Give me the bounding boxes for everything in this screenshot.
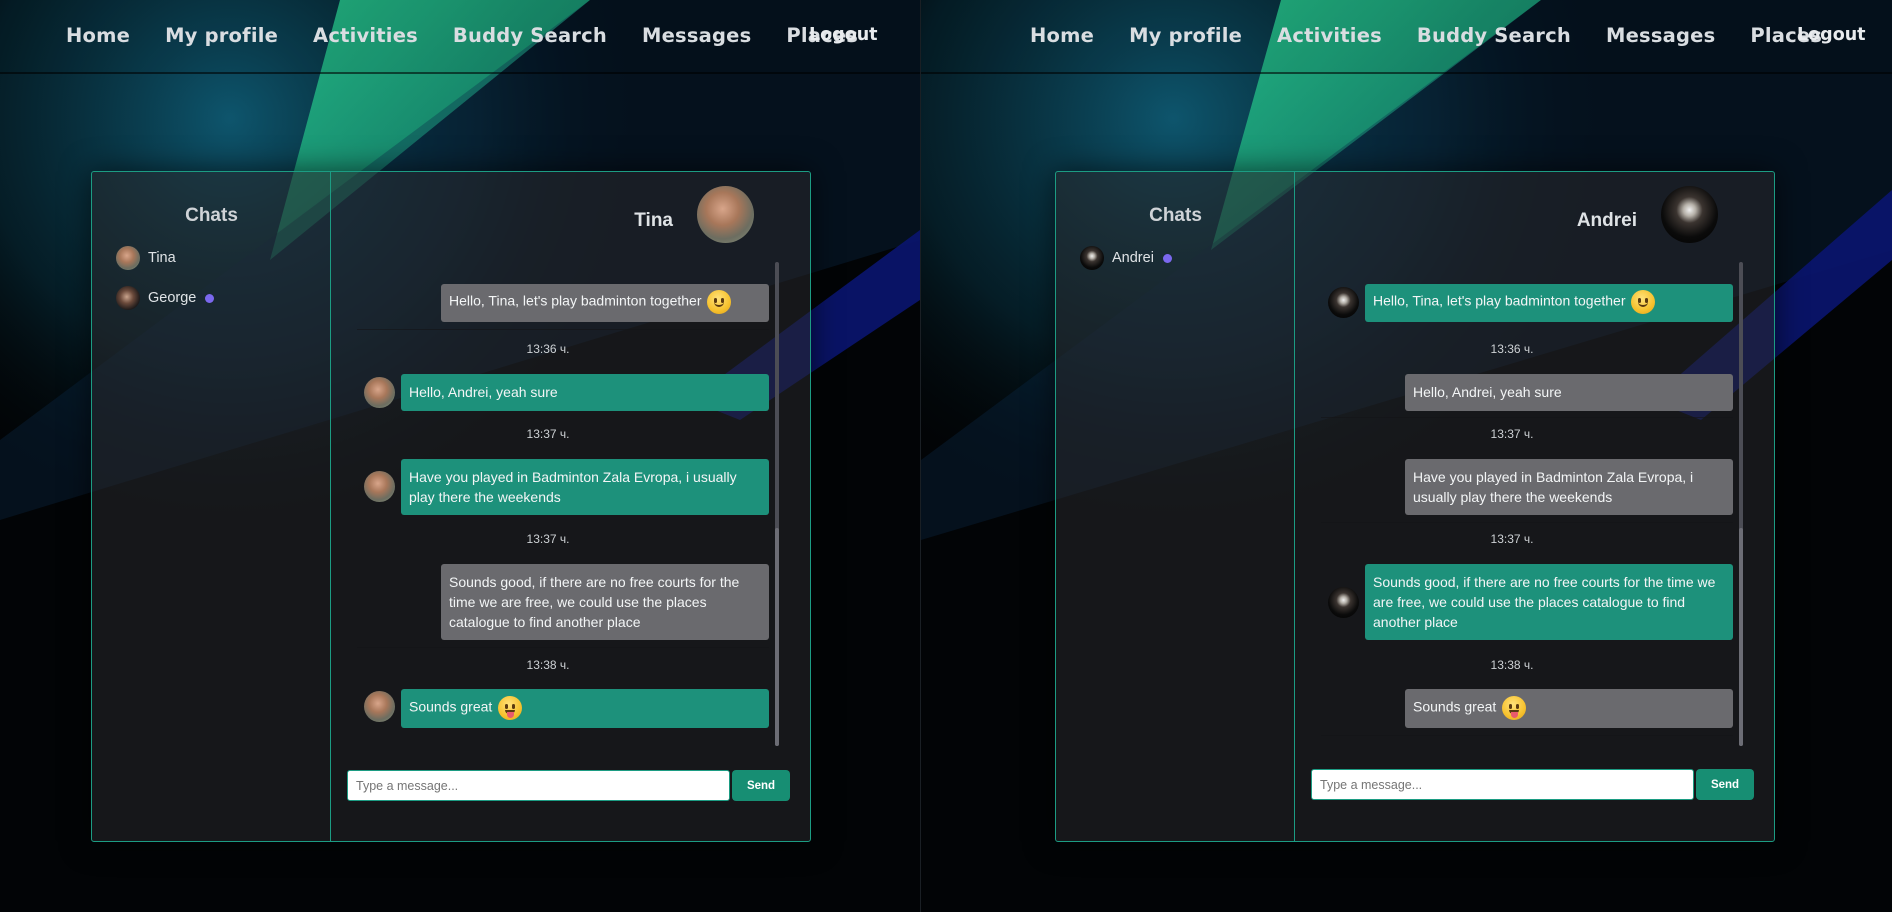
chat-item-name: Tina — [148, 250, 176, 266]
message-timestamp: 13:38 ч. — [1490, 658, 1534, 672]
message-text: Sounds great — [1413, 698, 1497, 715]
message-bubble: Hello, Andrei, yeah sure — [401, 374, 769, 411]
message-text: Hello, Andrei, yeah sure — [1413, 384, 1562, 400]
nav-menu: Home My profile Activities Buddy Search … — [66, 24, 858, 47]
slightly-smiling-face-icon — [1631, 290, 1656, 314]
message-divider — [357, 329, 769, 330]
nav-my-profile[interactable]: My profile — [1129, 24, 1242, 47]
top-navbar: Home My profile Activities Buddy Search … — [921, 0, 1892, 74]
right-window: Home My profile Activities Buddy Search … — [921, 0, 1892, 912]
scrollbar-thumb[interactable] — [775, 528, 779, 746]
chat-item-andrei[interactable]: Andrei — [1080, 246, 1172, 270]
message-text: Sounds good, if there are no free courts… — [449, 574, 740, 630]
online-status-dot — [205, 293, 215, 303]
chats-title: Chats — [1149, 205, 1202, 226]
message-timestamp: 13:37 ч. — [1490, 427, 1534, 441]
chat-panel: Chats Andrei Andrei Hello, Tina, let's p… — [1055, 171, 1775, 842]
top-navbar: Home My profile Activities Buddy Search … — [0, 0, 920, 74]
message-scrollbar[interactable] — [1739, 262, 1743, 746]
nav-menu: Home My profile Activities Buddy Search … — [1030, 24, 1822, 47]
scrollbar-thumb[interactable] — [1739, 528, 1743, 746]
chats-sidebar: Chats Tina George — [92, 172, 331, 841]
message-text: Sounds good, if there are no free courts… — [1373, 574, 1716, 630]
message-input[interactable] — [1311, 769, 1694, 800]
message-list[interactable]: Hello, Tina, let's play badminton togeth… — [332, 262, 810, 758]
message-input[interactable] — [347, 770, 730, 801]
nav-home[interactable]: Home — [66, 24, 130, 47]
message-bubble: Sounds good, if there are no free courts… — [1365, 564, 1733, 640]
chat-header-name: Andrei — [1576, 210, 1637, 231]
nav-logout[interactable]: Logout — [809, 25, 878, 45]
nav-messages[interactable]: Messages — [642, 24, 751, 47]
message-text: Hello, Tina, let's play badminton togeth… — [449, 292, 702, 309]
message-text: Have you played in Badminton Zala Evropa… — [409, 469, 737, 505]
send-button[interactable]: Send — [732, 770, 790, 801]
message-bubble: Hello, Andrei, yeah sure — [1405, 374, 1733, 411]
chats-title: Chats — [185, 205, 238, 226]
message-bubble: Have you played in Badminton Zala Evropa… — [401, 459, 769, 515]
message-divider — [1321, 522, 1733, 523]
nav-buddy-search[interactable]: Buddy Search — [1417, 24, 1571, 47]
message-bubble: Sounds great — [401, 689, 769, 728]
message-avatar — [1328, 587, 1359, 618]
chat-header-name: Tina — [634, 210, 673, 231]
message-bubble: Hello, Tina, let's play badminton togeth… — [441, 284, 769, 322]
nav-buddy-search[interactable]: Buddy Search — [453, 24, 607, 47]
message-timestamp: 13:37 ч. — [1490, 532, 1534, 546]
message-timestamp: 13:36 ч. — [526, 342, 570, 356]
face-with-tongue-icon — [1502, 696, 1527, 720]
chat-item-name: Andrei — [1112, 250, 1154, 266]
slightly-smiling-face-icon — [707, 290, 732, 314]
chat-header-avatar — [697, 186, 754, 243]
nav-activities[interactable]: Activities — [313, 24, 418, 47]
message-text: Hello, Andrei, yeah sure — [409, 384, 558, 400]
message-text: Hello, Tina, let's play badminton togeth… — [1373, 292, 1626, 309]
message-text: Have you played in Badminton Zala Evropa… — [1413, 469, 1694, 505]
nav-my-profile[interactable]: My profile — [165, 24, 278, 47]
george-avatar — [116, 286, 140, 310]
send-button[interactable]: Send — [1696, 769, 1754, 800]
left-window: Home My profile Activities Buddy Search … — [0, 0, 920, 912]
online-status-dot — [1162, 253, 1172, 263]
message-divider — [1321, 735, 1733, 736]
nav-activities[interactable]: Activities — [1277, 24, 1382, 47]
face-with-tongue-icon — [498, 696, 523, 720]
message-timestamp: 13:36 ч. — [1490, 342, 1534, 356]
nav-logout[interactable]: Logout — [1797, 25, 1866, 45]
chat-panel: Chats Tina George Tina Hello, Tina, let'… — [91, 171, 811, 842]
chat-item-tina[interactable]: Tina — [116, 246, 176, 270]
nav-messages[interactable]: Messages — [1606, 24, 1715, 47]
message-list[interactable]: Hello, Tina, let's play badminton togeth… — [1296, 262, 1774, 758]
andrei-avatar — [1080, 246, 1104, 270]
message-bubble: Have you played in Badminton Zala Evropa… — [1405, 459, 1733, 515]
chats-sidebar: Chats Andrei — [1056, 172, 1295, 841]
chat-header-avatar — [1661, 186, 1718, 243]
message-divider — [357, 647, 769, 648]
message-bubble: Sounds great — [1405, 689, 1733, 728]
nav-home[interactable]: Home — [1030, 24, 1094, 47]
message-timestamp: 13:37 ч. — [526, 532, 570, 546]
message-timestamp: 13:37 ч. — [526, 427, 570, 441]
message-scrollbar[interactable] — [775, 262, 779, 746]
tina-avatar — [116, 246, 140, 270]
message-bubble: Sounds good, if there are no free courts… — [441, 564, 769, 640]
message-text: Sounds great — [409, 698, 493, 715]
chat-item-george[interactable]: George — [116, 286, 215, 310]
message-divider — [1321, 417, 1733, 418]
message-avatar — [364, 471, 395, 502]
chat-item-name: George — [148, 290, 197, 306]
message-avatar — [364, 691, 395, 722]
message-avatar — [1328, 287, 1359, 318]
message-avatar — [364, 377, 395, 408]
message-timestamp: 13:38 ч. — [526, 658, 570, 672]
message-bubble: Hello, Tina, let's play badminton togeth… — [1365, 284, 1733, 322]
